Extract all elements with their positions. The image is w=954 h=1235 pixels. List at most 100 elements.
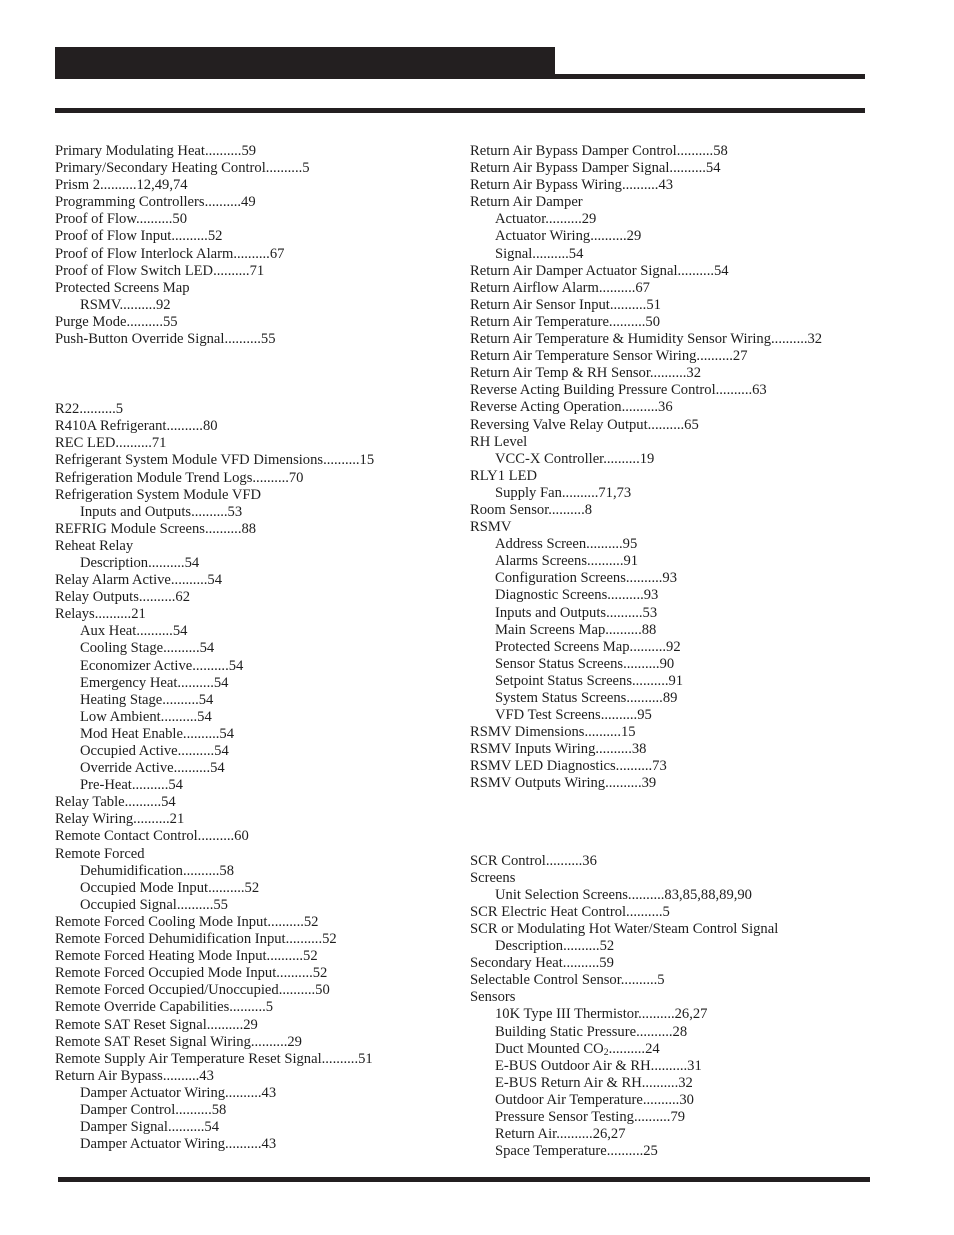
index-entry[interactable]: Actuator..........29: [470, 211, 900, 228]
index-entry[interactable]: RSMV..........92: [55, 297, 455, 314]
index-entry[interactable]: Relay Outputs..........62: [55, 589, 455, 606]
index-entry[interactable]: Signal..........54: [470, 246, 900, 263]
index-entry[interactable]: RSMV Outputs Wiring..........39: [470, 775, 900, 792]
index-entry[interactable]: Return Air Bypass Damper Signal.........…: [470, 160, 900, 177]
index-entry[interactable]: Description..........54: [55, 555, 455, 572]
index-entry[interactable]: Return Air Damper Actuator Signal.......…: [470, 263, 900, 280]
index-entry[interactable]: RSMV Inputs Wiring..........38: [470, 741, 900, 758]
index-entry[interactable]: Proof of Flow Switch LED..........71: [55, 263, 455, 280]
index-entry[interactable]: Main Screens Map..........88: [470, 622, 900, 639]
index-entry[interactable]: Relay Table..........54: [55, 794, 455, 811]
index-entry[interactable]: E-BUS Outdoor Air & RH..........31: [470, 1058, 900, 1075]
index-entry[interactable]: Remote Forced Occupied/Unoccupied.......…: [55, 982, 455, 999]
index-entry[interactable]: RSMV Dimensions..........15: [470, 724, 900, 741]
index-entry[interactable]: Relay Alarm Active..........54: [55, 572, 455, 589]
index-entry[interactable]: Reversing Valve Relay Output..........65: [470, 417, 900, 434]
index-entry[interactable]: Remote Forced Occupied Mode Input.......…: [55, 965, 455, 982]
index-entry[interactable]: Description..........52: [470, 938, 900, 955]
index-entry[interactable]: SCR or Modulating Hot Water/Steam Contro…: [470, 921, 900, 938]
index-entry[interactable]: Damper Actuator Wiring..........43: [55, 1136, 455, 1153]
index-entry[interactable]: System Status Screens..........89: [470, 690, 900, 707]
index-entry[interactable]: Unit Selection Screens..........83,85,88…: [470, 887, 900, 904]
index-entry[interactable]: Room Sensor..........8: [470, 502, 900, 519]
index-entry[interactable]: Remote SAT Reset Signal..........29: [55, 1017, 455, 1034]
index-entry[interactable]: Proof of Flow..........50: [55, 211, 455, 228]
index-entry[interactable]: RH Level: [470, 434, 900, 451]
index-entry[interactable]: Outdoor Air Temperature..........30: [470, 1092, 900, 1109]
index-entry[interactable]: Actuator Wiring..........29: [470, 228, 900, 245]
index-entry[interactable]: Selectable Control Sensor..........5: [470, 972, 900, 989]
index-entry[interactable]: Return Air Bypass..........43: [55, 1068, 455, 1085]
index-entry[interactable]: Remote Forced Dehumidification Input....…: [55, 931, 455, 948]
index-entry[interactable]: Aux Heat..........54: [55, 623, 455, 640]
index-entry[interactable]: Pre-Heat..........54: [55, 777, 455, 794]
index-entry[interactable]: Occupied Mode Input..........52: [55, 880, 455, 897]
index-entry[interactable]: Dehumidification..........58: [55, 863, 455, 880]
index-entry[interactable]: Push-Button Override Signal..........55: [55, 331, 455, 348]
index-entry[interactable]: Override Active..........54: [55, 760, 455, 777]
index-entry[interactable]: REC LED..........71: [55, 435, 455, 452]
index-entry[interactable]: Cooling Stage..........54: [55, 640, 455, 657]
index-entry[interactable]: Relays..........21: [55, 606, 455, 623]
index-entry[interactable]: Refrigerant System Module VFD Dimensions…: [55, 452, 455, 469]
index-entry[interactable]: Reheat Relay: [55, 538, 455, 555]
index-entry[interactable]: Return Air Bypass Wiring..........43: [470, 177, 900, 194]
index-entry[interactable]: Programming Controllers..........49: [55, 194, 455, 211]
index-entry[interactable]: Remote SAT Reset Signal Wiring..........…: [55, 1034, 455, 1051]
index-entry[interactable]: Economizer Active..........54: [55, 658, 455, 675]
index-entry[interactable]: Address Screen..........95: [470, 536, 900, 553]
index-entry[interactable]: VFD Test Screens..........95: [470, 707, 900, 724]
index-entry[interactable]: Reverse Acting Building Pressure Control…: [470, 382, 900, 399]
index-entry[interactable]: Proof of Flow Interlock Alarm..........6…: [55, 246, 455, 263]
index-entry[interactable]: Primary Modulating Heat..........59: [55, 143, 455, 160]
index-entry[interactable]: Inputs and Outputs..........53: [470, 605, 900, 622]
index-entry[interactable]: Secondary Heat..........59: [470, 955, 900, 972]
index-entry[interactable]: Remote Forced: [55, 846, 455, 863]
index-entry[interactable]: Reverse Acting Operation..........36: [470, 399, 900, 416]
index-entry[interactable]: Remote Forced Cooling Mode Input........…: [55, 914, 455, 931]
index-entry[interactable]: Proof of Flow Input..........52: [55, 228, 455, 245]
index-entry[interactable]: 10K Type III Thermistor..........26,27: [470, 1006, 900, 1023]
index-entry[interactable]: Return Air Damper: [470, 194, 900, 211]
index-entry[interactable]: Duct Mounted CO2..........24: [470, 1041, 900, 1058]
index-entry[interactable]: Return Air Bypass Damper Control........…: [470, 143, 900, 160]
index-entry[interactable]: Purge Mode..........55: [55, 314, 455, 331]
index-entry[interactable]: Pressure Sensor Testing..........79: [470, 1109, 900, 1126]
index-entry[interactable]: Return Air Temp & RH Sensor..........32: [470, 365, 900, 382]
index-entry[interactable]: Return Air Temperature & Humidity Sensor…: [470, 331, 900, 348]
index-entry[interactable]: Sensors: [470, 989, 900, 1006]
index-entry[interactable]: Supply Fan..........71,73: [470, 485, 900, 502]
index-entry[interactable]: Heating Stage..........54: [55, 692, 455, 709]
index-entry[interactable]: Remote Contact Control..........60: [55, 828, 455, 845]
index-entry[interactable]: Damper Actuator Wiring..........43: [55, 1085, 455, 1102]
index-entry[interactable]: Inputs and Outputs..........53: [55, 504, 455, 521]
index-entry[interactable]: Protected Screens Map: [55, 280, 455, 297]
index-entry[interactable]: Remote Override Capabilities..........5: [55, 999, 455, 1016]
index-entry[interactable]: Mod Heat Enable..........54: [55, 726, 455, 743]
index-entry[interactable]: Alarms Screens..........91: [470, 553, 900, 570]
index-entry[interactable]: Primary/Secondary Heating Control.......…: [55, 160, 455, 177]
index-entry[interactable]: Sensor Status Screens..........90: [470, 656, 900, 673]
index-entry[interactable]: Low Ambient..........54: [55, 709, 455, 726]
index-entry[interactable]: Diagnostic Screens..........93: [470, 587, 900, 604]
index-entry[interactable]: R22..........5: [55, 401, 455, 418]
index-entry[interactable]: SCR Control..........36: [470, 853, 900, 870]
index-entry[interactable]: SCR Electric Heat Control..........5: [470, 904, 900, 921]
index-entry[interactable]: Emergency Heat..........54: [55, 675, 455, 692]
index-entry[interactable]: Occupied Signal..........55: [55, 897, 455, 914]
index-entry[interactable]: Return Airflow Alarm..........67: [470, 280, 900, 297]
index-entry[interactable]: Remote Forced Heating Mode Input........…: [55, 948, 455, 965]
index-entry[interactable]: RLY1 LED: [470, 468, 900, 485]
index-entry[interactable]: Relay Wiring..........21: [55, 811, 455, 828]
index-entry[interactable]: Setpoint Status Screens..........91: [470, 673, 900, 690]
index-entry[interactable]: Return Air Temperature..........50: [470, 314, 900, 331]
index-entry[interactable]: Return Air Sensor Input..........51: [470, 297, 900, 314]
index-entry[interactable]: Occupied Active..........54: [55, 743, 455, 760]
index-entry[interactable]: Return Air Temperature Sensor Wiring....…: [470, 348, 900, 365]
index-entry[interactable]: Return Air..........26,27: [470, 1126, 900, 1143]
index-entry[interactable]: RSMV: [470, 519, 900, 536]
index-entry[interactable]: R410A Refrigerant..........80: [55, 418, 455, 435]
index-entry[interactable]: Damper Control..........58: [55, 1102, 455, 1119]
index-entry[interactable]: Screens: [470, 870, 900, 887]
index-entry[interactable]: Building Static Pressure..........28: [470, 1024, 900, 1041]
